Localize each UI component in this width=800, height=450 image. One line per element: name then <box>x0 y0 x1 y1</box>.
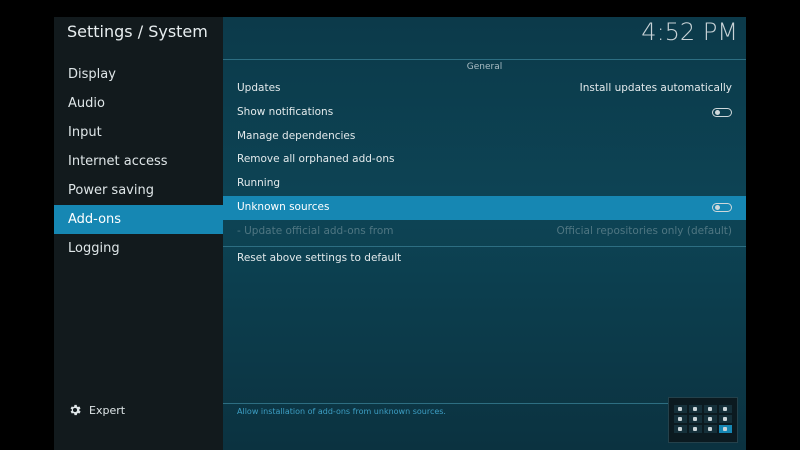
help-text: Allow installation of add-ons from unkno… <box>237 407 446 416</box>
setting-manage-dependencies[interactable]: Manage dependencies <box>223 125 746 149</box>
thumbnail-icon <box>674 415 687 423</box>
reset-settings-button[interactable]: Reset above settings to default <box>223 247 746 271</box>
gear-icon <box>68 403 82 417</box>
sidebar-item-logging[interactable]: Logging <box>54 234 223 263</box>
sidebar-item-display[interactable]: Display <box>54 60 223 89</box>
thumbnail-icon <box>704 425 717 433</box>
setting-running[interactable]: Running <box>223 172 746 196</box>
setting-label: Updates <box>237 82 281 94</box>
thumbnail-icon <box>674 405 687 413</box>
setting-label: - Update official add-ons from <box>237 224 394 237</box>
clock: 4:52 PM <box>641 18 738 46</box>
thumbnail-icon <box>719 415 732 423</box>
toggle-switch[interactable] <box>712 203 732 213</box>
thumbnail-icon <box>719 405 732 413</box>
setting-label: Remove all orphaned add-ons <box>237 153 395 166</box>
setting-remove-orphaned[interactable]: Remove all orphaned add-ons <box>223 148 746 172</box>
setting-label: Show notifications <box>237 105 334 118</box>
setting-update-official-addons: - Update official add-ons from Official … <box>223 220 746 244</box>
page-title: Settings / System <box>67 22 208 41</box>
header-divider <box>223 59 746 60</box>
toggle-switch[interactable] <box>712 108 732 118</box>
sidebar-item-add-ons[interactable]: Add-ons <box>54 205 223 234</box>
sidebar-item-input[interactable]: Input <box>54 118 223 147</box>
setting-label: Manage dependencies <box>237 129 356 142</box>
thumbnail-icon <box>704 405 717 413</box>
thumbnail-icon <box>689 405 702 413</box>
setting-unknown-sources[interactable]: Unknown sources <box>223 195 746 220</box>
thumbnail-icon <box>719 425 732 433</box>
setting-updates[interactable]: Updates Install updates automatically <box>223 77 746 101</box>
settings-panel: 4:52 PM General Updates Install updates … <box>223 17 746 450</box>
thumbnail-icon <box>689 425 702 433</box>
sidebar: Settings / System Display Audio Input In… <box>54 17 223 450</box>
setting-value: Official repositories only (default) <box>556 224 732 237</box>
thumbnail-icon <box>689 415 702 423</box>
settings-list: Updates Install updates automatically Sh… <box>223 77 746 270</box>
thumbnail-icon <box>704 415 717 423</box>
sidebar-menu: Display Audio Input Internet access Powe… <box>54 60 223 263</box>
sidebar-item-audio[interactable]: Audio <box>54 89 223 118</box>
setting-value: Install updates automatically <box>579 82 732 94</box>
expert-label: Expert <box>89 403 126 417</box>
setting-label: Running <box>237 177 281 190</box>
settings-thumbnail <box>668 397 738 443</box>
sidebar-item-internet-access[interactable]: Internet access <box>54 147 223 176</box>
thumbnail-grid <box>674 405 732 433</box>
kodi-screen: Settings / System Display Audio Input In… <box>54 17 746 450</box>
thumbnail-icon <box>674 425 687 433</box>
group-title: General <box>466 62 503 72</box>
sidebar-item-power-saving[interactable]: Power saving <box>54 176 223 205</box>
reset-label: Reset above settings to default <box>237 251 402 264</box>
setting-label: Unknown sources <box>237 200 330 213</box>
setting-show-notifications[interactable]: Show notifications <box>223 101 746 125</box>
expert-level-button[interactable]: Expert <box>68 403 125 417</box>
footer-divider <box>223 403 668 404</box>
